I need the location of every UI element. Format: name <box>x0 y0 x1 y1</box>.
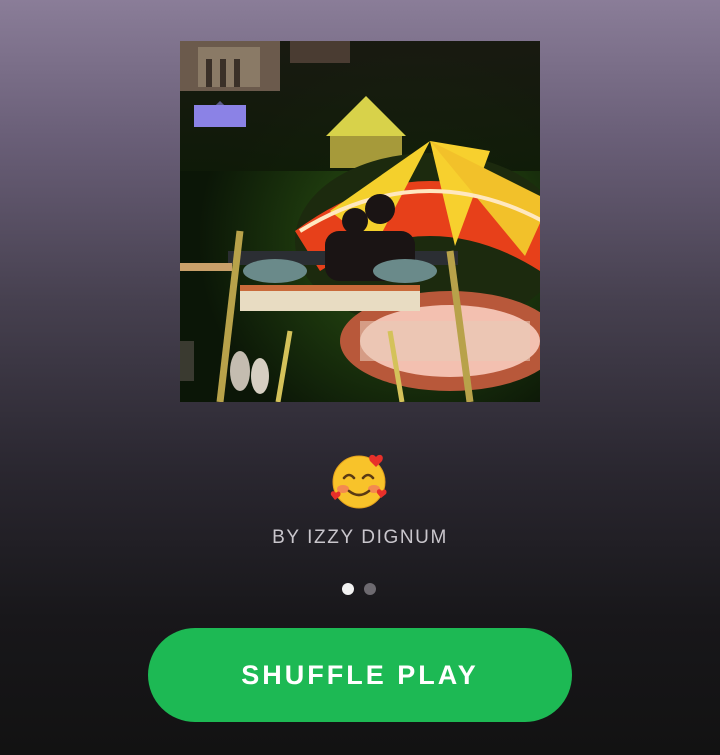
shuffle-play-button[interactable]: SHUFFLE PLAY <box>148 628 572 722</box>
playlist-owner[interactable]: BY IZZY DIGNUM <box>0 527 720 549</box>
page-dot[interactable] <box>364 583 376 595</box>
playlist-cover-image <box>180 41 540 402</box>
playlist-title-emoji <box>330 453 390 509</box>
page-dot-active[interactable] <box>342 583 354 595</box>
carousel-page-indicator <box>342 583 376 595</box>
